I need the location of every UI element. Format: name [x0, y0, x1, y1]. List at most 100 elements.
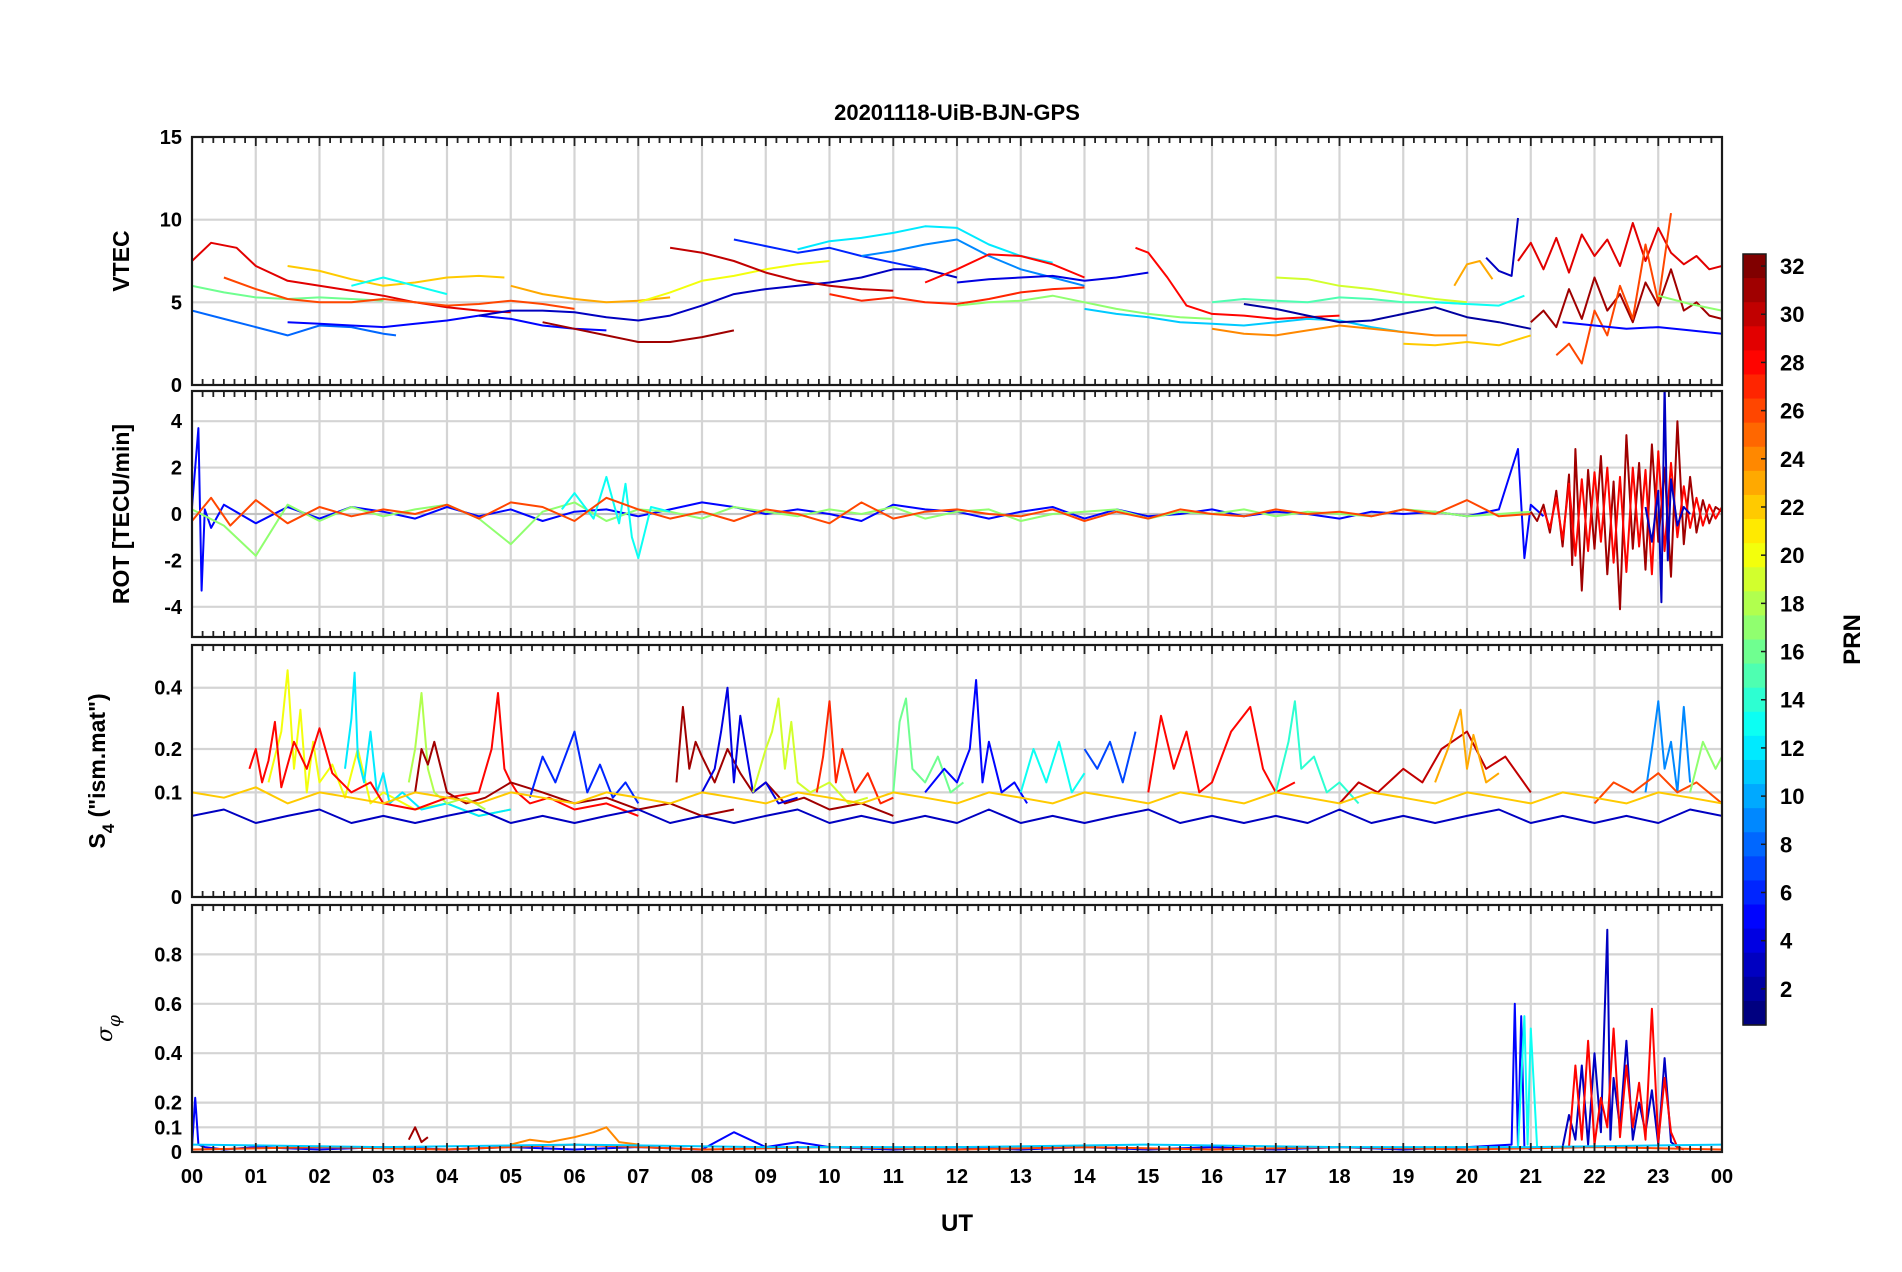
series-line-prn-3: [1485, 217, 1519, 277]
x-tick-label: 14: [1073, 1166, 1096, 1188]
series-line-prn-31: [1530, 268, 1722, 329]
series-line-prn-29: [1517, 222, 1722, 274]
x-tick-label: 12: [946, 1166, 968, 1188]
x-tick-label: 00: [1711, 1166, 1733, 1188]
colorbar-swatch: [1743, 615, 1766, 641]
x-tick-label: 22: [1583, 1166, 1605, 1188]
colorbar-swatch: [1743, 422, 1766, 448]
y-tick-label: 4: [171, 411, 183, 433]
y-tick-label: 0.2: [154, 739, 182, 761]
y-tick-label: 0.4: [154, 678, 183, 700]
series-line-prn-5: [1562, 321, 1722, 335]
colorbar-swatch: [1743, 759, 1766, 785]
x-tick-label: 19: [1392, 1166, 1414, 1188]
colorbar-tick-label: 30: [1780, 302, 1804, 327]
colorbar: 2468101214161820222426283032PRN: [1742, 253, 1866, 1026]
series-line-prn-5: [192, 427, 1545, 592]
x-tick-label: 09: [755, 1166, 777, 1188]
colorbar-tick-label: 22: [1780, 495, 1804, 520]
y-tick-label: 0: [171, 887, 182, 909]
colorbar-swatch: [1743, 856, 1766, 882]
colorbar-tick-label: 10: [1780, 784, 1804, 809]
colorbar-swatch: [1743, 278, 1766, 303]
colorbar-tick-label: 16: [1780, 640, 1804, 665]
series-line-prn-2: [1243, 303, 1532, 330]
y-tick-label: 0.6: [154, 994, 182, 1016]
colorbar-tick-label: 24: [1780, 447, 1805, 472]
y-tick-label: 10: [160, 210, 182, 232]
x-axis-label: UT: [941, 1210, 973, 1237]
y-tick-label: 0: [171, 375, 182, 397]
panel-rot: -4 -2 0 2 4 ROT [TECU/min]: [108, 389, 1724, 639]
x-tick-label: 23: [1647, 1166, 1669, 1188]
colorbar-swatch: [1743, 1000, 1766, 1026]
colorbar-swatch: [1743, 519, 1766, 544]
y-tick-label: 5: [171, 292, 182, 314]
y-axis-label: ROT [TECU/min]: [108, 424, 134, 604]
series-line-prn-7: [1083, 731, 1137, 784]
x-tick-label: 20: [1456, 1166, 1478, 1188]
panel-vtec: 0 5 10 15 VTEC: [108, 127, 1724, 397]
y-tick-label: -2: [164, 550, 182, 572]
y-tick-label: 0.1: [154, 782, 182, 804]
y-tick-label: 0: [171, 504, 182, 526]
x-tick-label: 10: [818, 1166, 840, 1188]
y-tick-label: 0.1: [154, 1117, 182, 1139]
colorbar-tick-label: 4: [1780, 929, 1793, 954]
colorbar-label: PRN: [1839, 614, 1866, 665]
panels: 051015VTEC-4-2024ROT [TECU/min]00.10.20.…: [84, 127, 1733, 1188]
x-tick-label: 05: [500, 1166, 522, 1188]
series-line-prn-27: [815, 700, 894, 805]
colorbar-swatch: [1743, 952, 1766, 978]
y-axis-label: VTEC: [108, 230, 134, 291]
series-line-prn-28: [1135, 246, 1340, 320]
x-tick-label: 04: [436, 1166, 459, 1188]
y-axis-label: σφ: [93, 1015, 125, 1042]
x-tick-label: 16: [1201, 1166, 1223, 1188]
colorbar-swatch: [1743, 470, 1766, 496]
colorbar-tick-label: 14: [1780, 688, 1805, 713]
series-line-prn-30: [669, 246, 894, 292]
colorbar-tick-label: 32: [1780, 254, 1804, 279]
x-tick-label: 08: [691, 1166, 713, 1188]
x-tick-label: 01: [245, 1166, 267, 1188]
y-axis-label: S4 ("ism.mat"): [84, 693, 118, 848]
colorbar-swatch: [1743, 326, 1766, 351]
colorbar-swatch: [1743, 808, 1766, 833]
colorbar-tick-label: 20: [1780, 543, 1804, 568]
colorbar-tick-label: 8: [1780, 832, 1792, 857]
x-tick-label: 03: [372, 1166, 394, 1188]
series-line-prn-26: [1555, 212, 1672, 365]
series-line-prn-23: [1453, 260, 1494, 287]
figure: 20201118-UiB-BJN-GPS 051015VTEC-4-2024RO…: [84, 100, 1866, 1237]
colorbar-tick-label: 2: [1780, 977, 1792, 1002]
colorbar-tick-label: 18: [1780, 591, 1804, 616]
colorbar-swatch: [1743, 374, 1766, 400]
x-tick-label: 02: [308, 1166, 330, 1188]
series-line-prn-31: [407, 1126, 429, 1144]
x-tick-label: 00: [181, 1166, 203, 1188]
colorbar-swatch: [1743, 663, 1766, 689]
panel-sigma-phi: 0 0.10.2 0.4 0.6 0.8 σφ 00 01 02 03 04 05 06 07 08 09 10…: [93, 903, 1733, 1188]
y-tick-label: 0.8: [154, 944, 182, 966]
y-tick-label: 0: [171, 1142, 182, 1164]
y-tick-label: 0.2: [154, 1093, 182, 1115]
colorbar-swatch: [1743, 904, 1766, 930]
panel-s4: 0 0.1 0.2 0.4 S4 ("ism.mat"): [84, 643, 1724, 909]
y-tick-label: 15: [160, 127, 182, 149]
colorbar-tick-label: 26: [1780, 399, 1804, 424]
colorbar-swatch: [1743, 711, 1766, 737]
colorbar-swatch: [1743, 567, 1766, 592]
x-tick-label: 07: [627, 1166, 649, 1188]
x-tick-label: 13: [1010, 1166, 1032, 1188]
y-tick-label: 0.4: [154, 1043, 183, 1065]
x-tick-label: 18: [1328, 1166, 1350, 1188]
y-tick-label: 2: [171, 458, 182, 480]
x-tick-label: 15: [1137, 1166, 1159, 1188]
colorbar-tick-label: 6: [1780, 880, 1792, 905]
x-tick-label: 06: [563, 1166, 585, 1188]
x-tick-label: 11: [883, 1166, 904, 1188]
y-tick-label: -4: [164, 597, 183, 619]
x-tick-label: 21: [1520, 1166, 1542, 1188]
x-tick-label: 17: [1265, 1166, 1287, 1188]
